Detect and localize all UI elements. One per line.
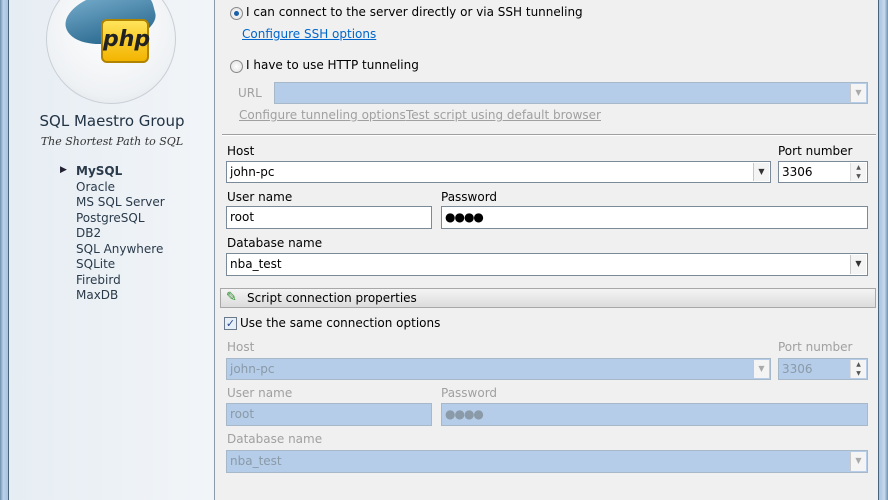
- script-user-input[interactable]: root: [226, 403, 432, 426]
- database-combo[interactable]: nba_test ▼: [226, 253, 868, 276]
- db-item-mssql[interactable]: MS SQL Server: [76, 195, 165, 211]
- password-label: Password: [441, 190, 498, 204]
- db-item-sqlanywhere[interactable]: SQL Anywhere: [76, 242, 165, 258]
- script-port-stepper[interactable]: 3306 ▲ ▼: [778, 358, 868, 380]
- chevron-down-icon[interactable]: ▼: [753, 163, 769, 181]
- window-frame-left: [0, 0, 9, 500]
- same-options-checkbox[interactable]: ✓: [224, 317, 237, 330]
- password-input[interactable]: ●●●●: [441, 206, 868, 229]
- db-item-postgresql[interactable]: PostgreSQL: [76, 211, 165, 227]
- host-label: Host: [227, 144, 255, 158]
- chevron-down-icon[interactable]: ▼: [850, 452, 866, 471]
- user-input[interactable]: root: [226, 206, 432, 229]
- script-database-label: Database name: [227, 432, 323, 446]
- divider: [222, 134, 876, 136]
- same-options-label: Use the same connection options: [240, 316, 441, 330]
- url-label: URL: [238, 86, 262, 100]
- chevron-down-icon[interactable]: ▼: [850, 84, 866, 102]
- db-item-firebird[interactable]: Firebird: [76, 273, 165, 289]
- chevron-down-icon[interactable]: ▼: [753, 360, 769, 378]
- spin-arrows-icon[interactable]: ▲ ▼: [850, 163, 866, 181]
- spin-arrows-icon[interactable]: ▲ ▼: [850, 360, 866, 378]
- test-script-link[interactable]: Test script using default browser: [406, 108, 601, 122]
- database-list: MySQL Oracle MS SQL Server PostgreSQL DB…: [76, 164, 165, 304]
- http-tunneling-label: I have to use HTTP tunneling: [246, 58, 419, 72]
- host-combo[interactable]: john-pc ▼: [226, 161, 771, 183]
- http-tunneling-radio[interactable]: [230, 60, 243, 73]
- url-combo[interactable]: ▼: [274, 82, 868, 104]
- configure-ssh-link[interactable]: Configure SSH options: [242, 27, 376, 41]
- script-password-label: Password: [441, 386, 498, 400]
- script-connection-label: Script connection properties: [247, 291, 417, 305]
- script-user-label: User name: [227, 386, 293, 400]
- window-frame-right: [878, 0, 888, 500]
- direct-connection-label: I can connect to the server directly or …: [246, 5, 583, 19]
- db-item-sqlite[interactable]: SQLite: [76, 257, 165, 273]
- db-item-oracle[interactable]: Oracle: [76, 180, 165, 196]
- script-connection-button[interactable]: ✎ Script connection properties: [220, 288, 876, 308]
- direct-connection-radio[interactable]: [230, 7, 243, 20]
- db-item-mysql[interactable]: MySQL: [76, 164, 165, 180]
- db-item-maxdb[interactable]: MaxDB: [76, 288, 165, 304]
- script-host-label: Host: [227, 340, 255, 354]
- user-label: User name: [227, 190, 293, 204]
- brand-tagline: The Shortest Path to SQL: [40, 135, 184, 148]
- database-label: Database name: [227, 236, 323, 250]
- brand-name: SQL Maestro Group: [39, 112, 185, 130]
- configure-tunneling-link[interactable]: Configure tunneling options: [239, 108, 406, 122]
- script-port-label: Port number: [778, 340, 853, 354]
- script-icon: ✎: [226, 290, 237, 305]
- script-database-combo[interactable]: nba_test ▼: [226, 450, 868, 473]
- port-stepper[interactable]: 3306 ▲ ▼: [778, 161, 868, 183]
- script-password-input[interactable]: ●●●●: [441, 403, 868, 426]
- port-label: Port number: [778, 144, 853, 158]
- php-badge: php: [101, 19, 150, 63]
- chevron-down-icon[interactable]: ▼: [850, 255, 866, 274]
- db-item-db2[interactable]: DB2: [76, 226, 165, 242]
- selected-arrow-icon: ▶: [60, 165, 67, 175]
- script-host-combo[interactable]: john-pc ▼: [226, 358, 771, 380]
